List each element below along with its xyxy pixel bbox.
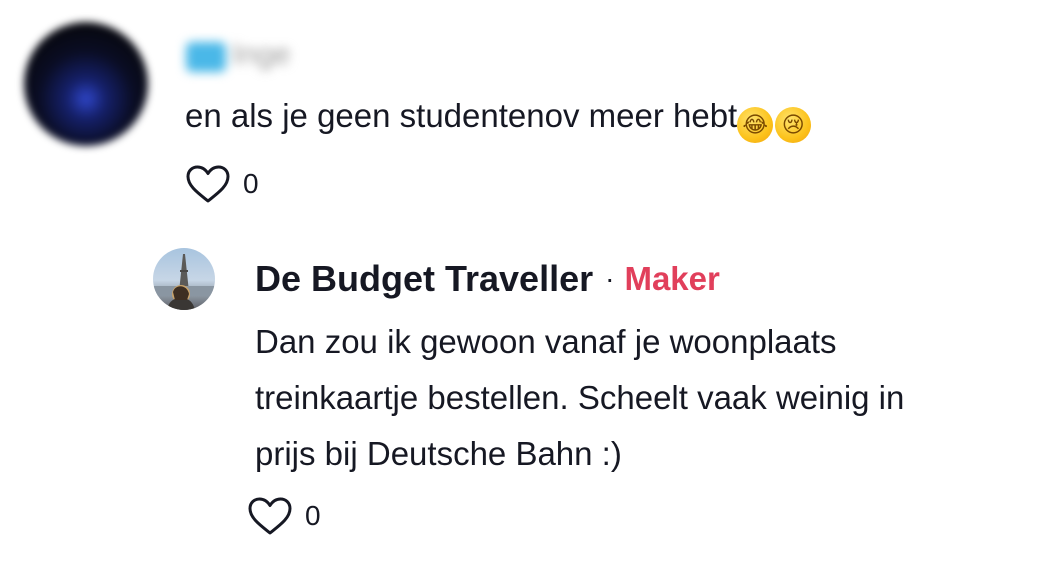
commenter-name-text: Inge xyxy=(232,38,291,71)
like-count: 0 xyxy=(305,500,321,531)
commenter-badge-icon xyxy=(186,42,226,72)
reply-text-line: treinkaartje bestellen. Scheelt vaak wei… xyxy=(255,379,905,416)
reply-like: 0 xyxy=(247,496,321,536)
commenter-avatar[interactable] xyxy=(24,22,148,146)
creator-badge: Maker xyxy=(624,260,720,297)
eiffel-tower-photo-icon xyxy=(153,254,215,310)
face-with-tears-of-joy-icon: 😂 xyxy=(737,107,774,143)
commenter-name[interactable]: Inge xyxy=(182,36,334,74)
comment-text: en als je geen studentenov meer hebt 😂 😢 xyxy=(185,96,812,143)
reply-header: De Budget Traveller · Maker xyxy=(255,256,720,302)
creator-name[interactable]: De Budget Traveller xyxy=(255,258,593,300)
separator-dot: · xyxy=(605,263,615,294)
reply-text-line: Dan zou ik gewoon vanaf je woonplaats xyxy=(255,323,837,360)
comment-like: 0 xyxy=(185,164,259,204)
comment-text-content: en als je geen studentenov meer hebt xyxy=(185,97,738,134)
crying-face-icon: 😢 xyxy=(775,107,812,143)
creator-avatar[interactable] xyxy=(153,248,215,310)
like-count: 0 xyxy=(243,168,259,199)
heart-outline-icon[interactable] xyxy=(185,164,231,204)
reply-text-line: prijs bij Deutsche Bahn :) xyxy=(255,435,622,472)
heart-outline-icon[interactable] xyxy=(247,496,293,536)
reply-text: Dan zou ik gewoon vanaf je woonplaats tr… xyxy=(255,314,1045,482)
